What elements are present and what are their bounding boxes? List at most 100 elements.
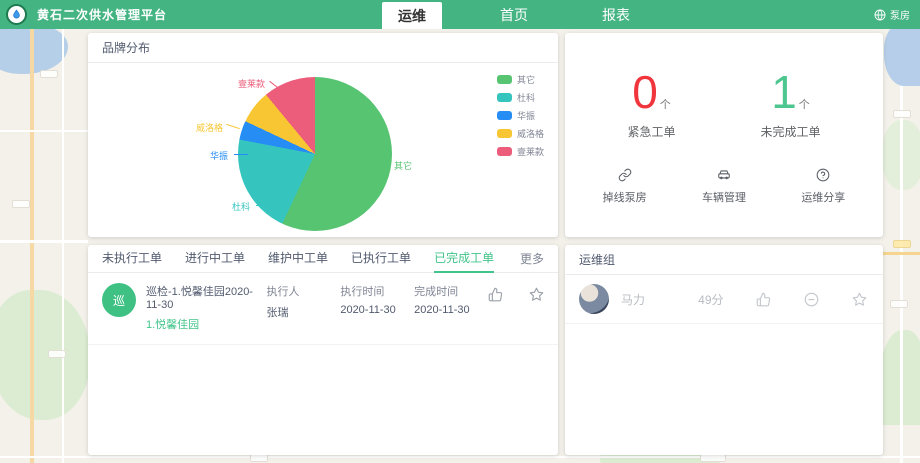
legend-item[interactable]: 杜科: [497, 91, 544, 104]
exec-time-value: 2020-11-30: [340, 304, 414, 316]
pie-slice-label: 杜科: [232, 200, 250, 213]
executor-value: 张瑞: [267, 304, 341, 320]
workorder-tabs: 未执行工单 进行中工单 维护中工单 已执行工单 已完成工单 更多: [88, 245, 558, 273]
pie-slice-label: 其它: [394, 159, 412, 172]
stat-urgent-value: 0: [632, 66, 658, 118]
member-score: 49分: [698, 291, 756, 308]
workorder-list-panel: 未执行工单 进行中工单 维护中工单 已执行工单 已完成工单 更多 巡 巡检-1.…: [88, 245, 558, 455]
finish-time-value: 2020-11-30: [414, 304, 488, 316]
workorder-avatar: 巡: [102, 283, 136, 317]
action-label: 掉线泵房: [603, 189, 647, 205]
minus-circle-icon[interactable]: [804, 292, 819, 307]
legend-swatch: [497, 111, 512, 120]
pie-slice-label: 威洛格: [196, 121, 223, 134]
main-nav: 运维 首页 报表: [382, 0, 646, 29]
stat-unfinished-value: 1: [771, 66, 797, 118]
action-ops-share[interactable]: 运维分享: [801, 168, 845, 205]
tab-under-maintenance[interactable]: 维护中工单: [268, 245, 328, 273]
water-drop-icon: [10, 8, 23, 21]
workorder-stats-panel: 0个 紧急工单 1个 未完成工单 掉线泵房: [565, 33, 883, 237]
map-label-chip: [48, 350, 66, 358]
app-root: 黄石二次供水管理平台 运维 首页 报表 泵房 品牌分布 其它 杜科 华振 威洛格…: [0, 0, 920, 463]
team-member-row[interactable]: 马力 49分: [565, 275, 883, 324]
tab-executed[interactable]: 已执行工单: [351, 245, 411, 273]
tab-not-executed[interactable]: 未执行工单: [102, 245, 162, 273]
map-label-chip: [893, 110, 911, 118]
legend-swatch: [497, 75, 512, 84]
car-icon: [717, 168, 731, 182]
map-label-chip: [893, 240, 911, 248]
map-water: [884, 24, 920, 86]
tab-in-progress[interactable]: 进行中工单: [185, 245, 245, 273]
thumbs-up-icon[interactable]: [756, 292, 771, 307]
member-avatar: [579, 284, 609, 314]
brand-pie-chart[interactable]: [238, 77, 392, 231]
pie-leader-line: [256, 205, 270, 206]
member-name: 马力: [621, 291, 698, 308]
legend-label: 其它: [517, 73, 535, 86]
tab-completed[interactable]: 已完成工单: [434, 245, 494, 273]
map-road: [900, 86, 903, 463]
ops-team-panel: 运维组 马力 49分: [565, 245, 883, 455]
map-road: [0, 456, 920, 458]
legend-label: 华振: [517, 109, 535, 122]
action-vehicle-management[interactable]: 车辆管理: [702, 168, 746, 205]
map-road: [0, 130, 88, 132]
executor-label: 执行人: [267, 283, 341, 299]
stat-urgent-label: 紧急工单: [627, 123, 675, 140]
thumbs-up-icon[interactable]: [488, 287, 503, 302]
nav-tab-report[interactable]: 报表: [586, 0, 646, 29]
stat-unfinished-label: 未完成工单: [760, 123, 820, 140]
map-road: [62, 29, 64, 463]
stat-unit: 个: [799, 99, 810, 111]
map-road: [0, 240, 88, 243]
top-header: 黄石二次供水管理平台 运维 首页 报表 泵房: [0, 0, 920, 29]
unlink-icon: [618, 168, 632, 182]
stat-urgent: 0个 紧急工单: [627, 67, 675, 140]
workorder-location-link[interactable]: 1.悦馨佳园: [146, 316, 267, 332]
map-label-chip: [40, 70, 58, 78]
map-road: [883, 252, 920, 255]
question-circle-icon: [816, 168, 830, 182]
map-label-chip: [700, 454, 726, 462]
legend-item[interactable]: 其它: [497, 73, 544, 86]
header-user-label: 泵房: [890, 7, 910, 22]
map-water: [0, 24, 68, 74]
exec-time-label: 执行时间: [340, 283, 414, 299]
legend-item[interactable]: 华振: [497, 109, 544, 122]
stat-unit: 个: [660, 99, 671, 111]
legend-item[interactable]: 壹莱款: [497, 145, 544, 158]
globe-icon: [874, 9, 886, 21]
brand-distribution-panel: 品牌分布 其它 杜科 华振 威洛格 壹莱款 其它 杜科 华振: [88, 33, 558, 237]
workorder-row[interactable]: 巡 巡检-1.悦馨佳园2020-11-30 1.悦馨佳园 执行人 张瑞 执行时间…: [88, 273, 558, 345]
finish-time-label: 完成时间: [414, 283, 488, 299]
legend-label: 杜科: [517, 91, 535, 104]
workorder-finish-time-col: 完成时间 2020-11-30: [414, 283, 488, 316]
nav-tab-yunwei[interactable]: 运维: [382, 2, 442, 29]
star-icon[interactable]: [529, 287, 544, 302]
action-label: 车辆管理: [702, 189, 746, 205]
panel-title: 品牌分布: [88, 33, 558, 63]
star-icon[interactable]: [852, 292, 867, 307]
workorder-exec-time-col: 执行时间 2020-11-30: [340, 283, 414, 316]
stat-unfinished: 1个 未完成工单: [760, 67, 820, 140]
pie-legend: 其它 杜科 华振 威洛格 壹莱款: [497, 73, 544, 158]
pie-slice-label: 壹莱款: [238, 77, 265, 90]
nav-tab-home[interactable]: 首页: [484, 0, 544, 29]
pie-leader-line: [234, 154, 248, 155]
more-link[interactable]: 更多: [520, 250, 544, 267]
map-park: [0, 290, 90, 420]
workorder-title: 巡检-1.悦馨佳园2020-11-30: [146, 283, 267, 311]
legend-label: 威洛格: [517, 127, 544, 140]
workorder-executor-col: 执行人 张瑞: [267, 283, 341, 320]
legend-swatch: [497, 147, 512, 156]
legend-item[interactable]: 威洛格: [497, 127, 544, 140]
header-user[interactable]: 泵房: [874, 7, 910, 22]
legend-swatch: [497, 93, 512, 102]
map-label-chip: [890, 300, 908, 308]
action-offline-pumprooms[interactable]: 掉线泵房: [603, 168, 647, 205]
pie-leader-line: [226, 124, 240, 129]
map-label-chip: [250, 454, 268, 462]
legend-swatch: [497, 129, 512, 138]
pie-slice-label: 华振: [210, 149, 228, 162]
